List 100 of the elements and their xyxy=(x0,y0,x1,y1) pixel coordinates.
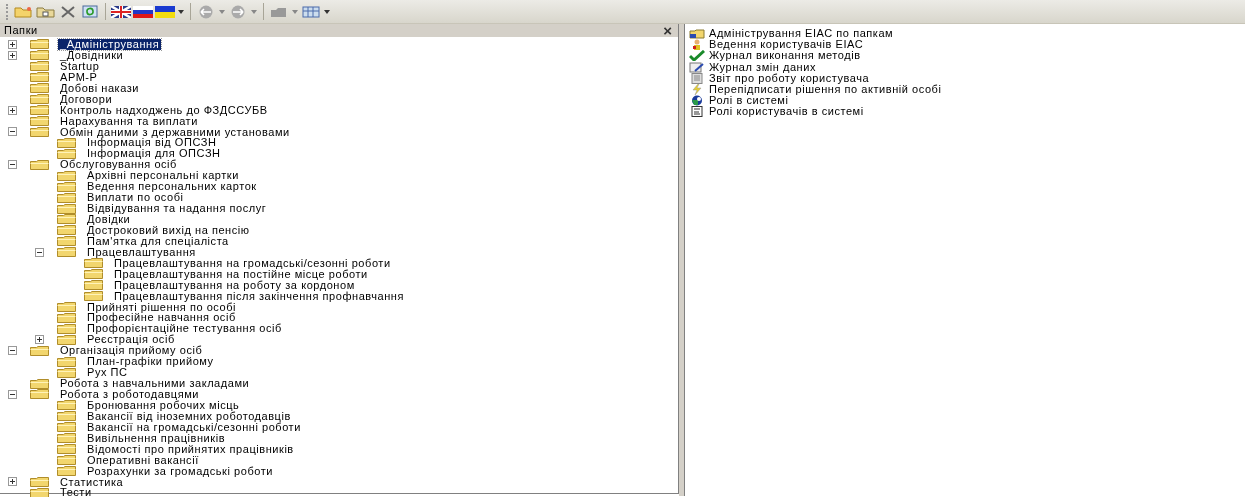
tree-item[interactable]: Виплати по особі xyxy=(85,192,186,204)
list-item[interactable]: Ведення користувачів ЕІАС xyxy=(709,39,864,51)
folder-icon xyxy=(30,116,49,127)
folder-icon xyxy=(84,291,103,302)
close-button[interactable]: × xyxy=(663,24,672,37)
tree-item[interactable]: Працевлаштування на роботу за кордоном xyxy=(112,279,357,291)
folder-icon xyxy=(57,455,76,466)
tree-item[interactable]: Працевлаштування xyxy=(85,246,198,258)
folder-icon xyxy=(57,148,76,159)
tree-item[interactable]: Обмін даними з державними установами xyxy=(58,126,292,138)
folder-icon xyxy=(30,72,49,83)
folder-icon xyxy=(57,203,76,214)
folder-icon xyxy=(57,192,76,203)
tree-item[interactable]: АРМ-Р xyxy=(58,71,100,83)
tree-item[interactable]: Нарахування та виплати xyxy=(58,115,200,127)
list-item[interactable]: Ролі користувачів в системі xyxy=(709,106,864,118)
folder-icon xyxy=(57,433,76,444)
folder-icon xyxy=(30,126,49,137)
tree-item[interactable]: _Адміністрування xyxy=(58,39,162,50)
panel-title: Папки xyxy=(4,24,38,37)
folder-icon xyxy=(57,400,76,411)
tree-item[interactable]: Архівні персональні картки xyxy=(85,170,241,182)
folder-icon xyxy=(57,247,76,258)
tree-item[interactable]: Прийняті рішення по особі xyxy=(85,301,239,313)
folder-icon xyxy=(30,159,49,170)
folder-icon xyxy=(30,389,49,400)
folder-icon xyxy=(57,422,76,433)
tree-item[interactable]: Профорієнтаційне тестування осіб xyxy=(85,323,284,335)
collapse-icon[interactable] xyxy=(8,127,17,137)
folder-icon xyxy=(57,170,76,181)
folder-icon xyxy=(30,83,49,94)
tree-item[interactable]: Організація прийому осіб xyxy=(58,345,205,357)
folder-icon xyxy=(57,323,76,334)
tree-item[interactable]: Ведення персональних карток xyxy=(85,181,259,193)
list-item[interactable]: Перепідписати рішення по активній особі xyxy=(709,83,942,96)
expand-icon[interactable] xyxy=(35,335,44,345)
tree-item[interactable]: Робота з навчальними закладами xyxy=(58,378,252,389)
expand-icon[interactable] xyxy=(8,50,17,60)
users-list-icon xyxy=(689,106,705,118)
tree-item[interactable]: Статистика xyxy=(58,476,126,488)
collapse-icon[interactable] xyxy=(8,346,17,356)
folder-icon xyxy=(57,137,76,148)
folder-icon xyxy=(30,50,49,61)
list-item[interactable]: Звіт про роботу користувача xyxy=(709,72,870,84)
folder-icon xyxy=(57,225,76,236)
folder-icon xyxy=(84,269,103,280)
folder-icon xyxy=(84,280,103,291)
folder-icon xyxy=(57,334,76,345)
folder-icon xyxy=(30,378,49,389)
folder-icon xyxy=(57,181,76,192)
tree-item[interactable]: Контроль надходжень до ФЗДССУБВ xyxy=(58,104,270,116)
folder-icon xyxy=(57,301,76,312)
folder-icon xyxy=(57,312,76,323)
collapse-icon[interactable] xyxy=(8,389,17,399)
folder-icon xyxy=(57,236,76,247)
tree-item[interactable]: Відвідування та надання послуг xyxy=(85,203,269,214)
tree-item[interactable]: Розрахунки за громадські роботи xyxy=(85,465,275,477)
tree-item[interactable]: Тести xyxy=(58,487,94,497)
folder-icon xyxy=(57,214,76,225)
tree-item[interactable]: Працевлаштування на постійне місце роботи xyxy=(112,268,370,280)
folder-icon xyxy=(30,476,49,487)
folder-icon xyxy=(84,258,103,269)
tree-item[interactable]: Інформація від ОПСЗН xyxy=(85,137,219,149)
tree-item[interactable]: Працевлаштування після закінчення профнавчання xyxy=(112,290,406,302)
list-item[interactable]: Адміністрування ЕІАС по папкам xyxy=(709,28,894,40)
tree-item[interactable]: Працевлаштування на громадські/сезонні роботи xyxy=(112,257,393,269)
tree-item[interactable]: Договори xyxy=(58,93,115,105)
tree-item[interactable]: Довідки xyxy=(85,214,133,225)
checkmark-icon xyxy=(689,50,705,62)
tree-item[interactable]: Відомості про прийнятих працівників xyxy=(85,443,296,455)
expand-icon[interactable] xyxy=(8,105,17,115)
tree-item[interactable]: Добові накази xyxy=(58,82,142,94)
collapse-icon[interactable] xyxy=(35,247,44,257)
collapse-icon[interactable] xyxy=(8,160,17,170)
tree-item[interactable]: Професійне навчання осіб xyxy=(85,312,238,324)
expand-icon[interactable] xyxy=(8,477,17,487)
folder-icon xyxy=(30,94,49,105)
admin-folder-icon xyxy=(689,28,705,40)
log-icon xyxy=(689,61,705,73)
folder-icon xyxy=(57,444,76,455)
folder-icon xyxy=(57,356,76,367)
tree-item[interactable]: Реєстрація осіб xyxy=(85,334,177,346)
tree-item[interactable]: Обслуговування осіб xyxy=(58,159,179,171)
folder-icon xyxy=(30,345,49,356)
tree-item[interactable]: Startup xyxy=(58,60,102,72)
folder-icon xyxy=(30,105,49,116)
expand-icon[interactable] xyxy=(8,39,17,49)
folder-icon xyxy=(30,39,49,50)
tree-item[interactable]: Рух ПС xyxy=(85,367,130,379)
list-item[interactable]: Ролі в системі xyxy=(709,95,789,107)
tree-item[interactable]: План-графіки прийому xyxy=(85,356,216,368)
folder-icon xyxy=(57,411,76,422)
folder-icon xyxy=(57,466,76,477)
roles-icon xyxy=(689,95,705,107)
tree-item[interactable]: Робота з роботодавцями xyxy=(58,389,201,400)
list-item[interactable]: Журнал змін даних xyxy=(709,61,816,73)
folder-icon xyxy=(30,487,49,497)
tree-item[interactable]: Оперативні вакансії xyxy=(85,454,201,466)
list-item[interactable]: Журнал виконання методів xyxy=(709,50,861,62)
tree-item[interactable]: Інформація для ОПСЗН xyxy=(85,148,223,160)
